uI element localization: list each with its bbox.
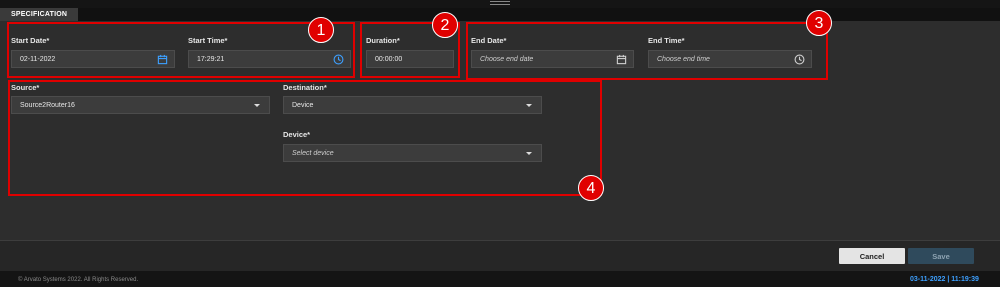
clock-display: 03-11-2022 | 11:19:39: [910, 276, 979, 283]
save-button[interactable]: Save: [908, 248, 974, 264]
status-bar: [0, 271, 1000, 287]
cancel-button[interactable]: Cancel: [839, 248, 905, 264]
top-bar: [0, 0, 1000, 8]
tab-specification[interactable]: SPECIFICATION: [0, 8, 78, 21]
annotation-box-3: [466, 22, 828, 80]
tab-strip: [0, 8, 1000, 21]
annotation-badge-2: 2: [432, 12, 458, 38]
annotation-badge-3: 3: [806, 10, 832, 36]
annotation-badge-4: 4: [578, 175, 604, 201]
annotation-badge-1: 1: [308, 17, 334, 43]
annotation-box-4: [8, 80, 602, 196]
copyright-text: © Arvato Systems 2022. All Rights Reserv…: [18, 277, 139, 283]
drag-handle-icon[interactable]: [490, 1, 510, 5]
annotation-box-1: [7, 22, 355, 78]
